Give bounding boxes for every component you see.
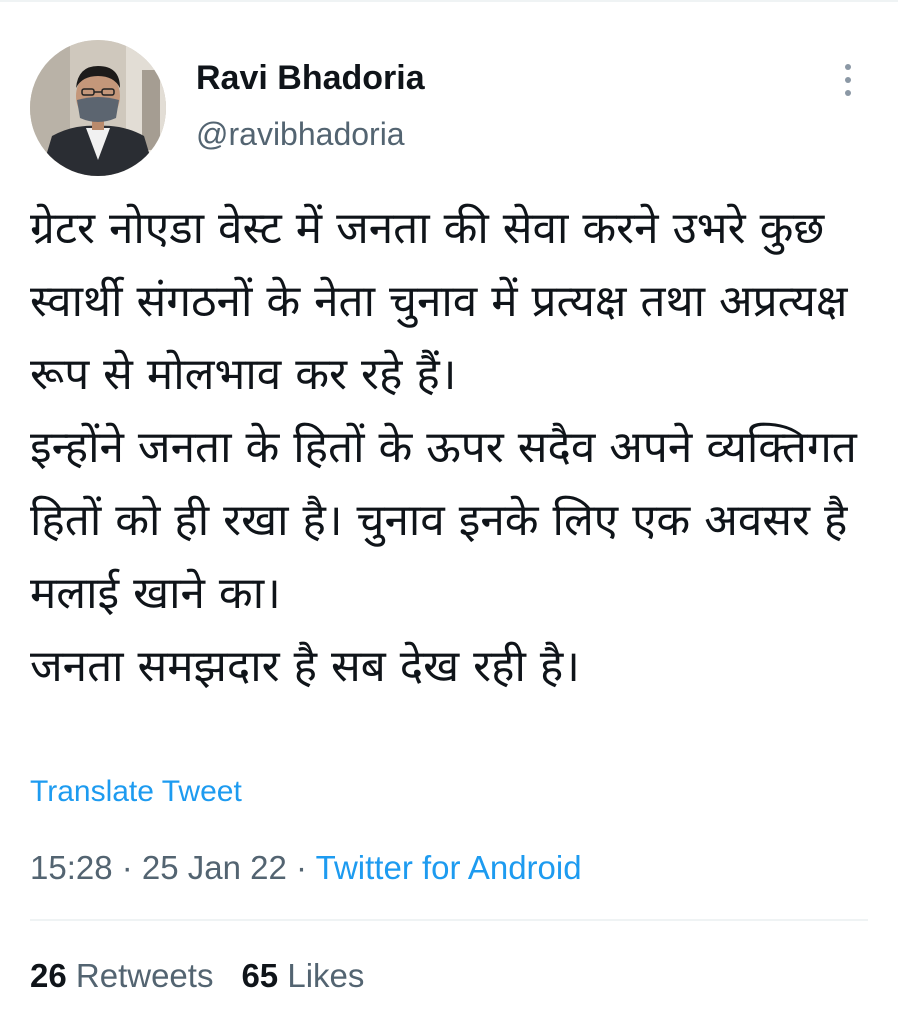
tweet-meta: 15:28 · 25 Jan 22 · Twitter for Android — [30, 846, 582, 890]
meta-separator: · — [286, 849, 316, 886]
tweet-time: 15:28 — [30, 849, 113, 886]
top-divider — [0, 0, 898, 2]
likes-count: 65 — [241, 957, 279, 994]
meta-separator: · — [112, 849, 142, 886]
retweets-count: 26 — [30, 957, 67, 994]
tweet-stats: 26 Retweets 65 Likes — [30, 954, 364, 998]
tweet-paragraph: ग्रेटर नोएडा वेस्ट में जनता की सेवा करने… — [30, 203, 848, 400]
tweet-text: ग्रेटर नोएडा वेस्ट में जनता की सेवा करने… — [30, 192, 870, 703]
likes-stat[interactable]: 65 Likes — [241, 957, 364, 994]
user-handle[interactable]: @ravibhadoria — [196, 114, 405, 154]
likes-label: Likes — [287, 957, 365, 994]
translate-tweet-link[interactable]: Translate Tweet — [30, 772, 242, 812]
more-options-icon[interactable] — [836, 60, 860, 100]
display-name[interactable]: Ravi Bhadoria — [196, 58, 425, 98]
tweet-paragraph: इन्होंने जनता के हितों के ऊपर सदैव अपने … — [30, 422, 857, 619]
avatar-photo — [30, 40, 166, 176]
avatar[interactable] — [30, 40, 166, 176]
tweet-date: 25 Jan 22 — [141, 849, 287, 886]
retweets-label: Retweets — [75, 957, 214, 994]
divider — [30, 919, 868, 921]
tweet-paragraph: जनता समझदार है सब देख रही है। — [30, 641, 580, 692]
tweet-source-link[interactable]: Twitter for Android — [316, 849, 582, 886]
retweets-stat[interactable]: 26 Retweets — [30, 957, 213, 994]
